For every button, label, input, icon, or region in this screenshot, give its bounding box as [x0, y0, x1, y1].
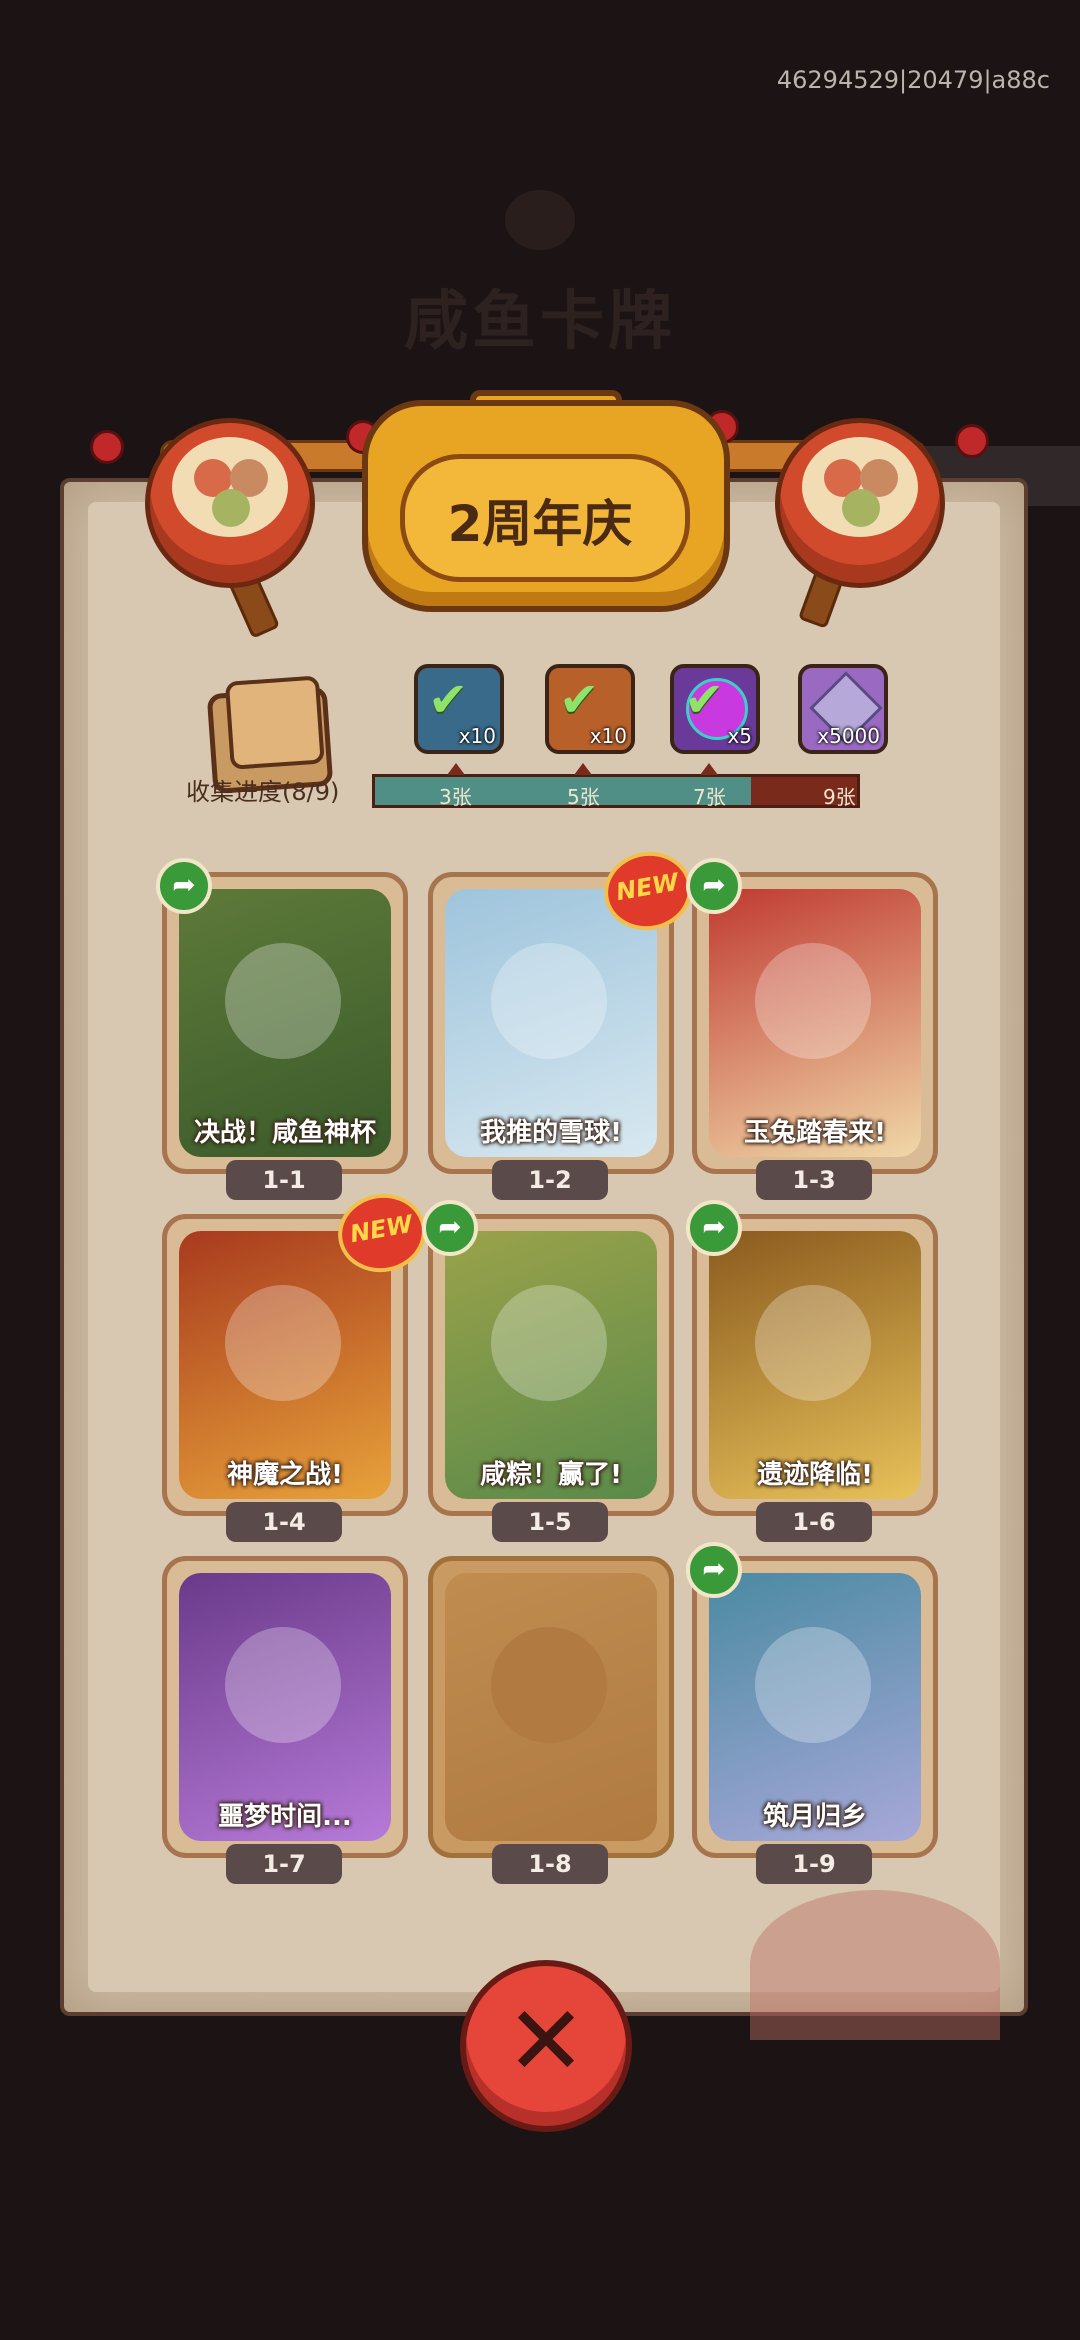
share-arrow-icon[interactable]: ➦ [686, 858, 742, 914]
reward-qty: x10 [458, 724, 496, 748]
card-number-label: 1-2 [492, 1160, 608, 1200]
milestone-label: 5张 [567, 785, 600, 809]
card-art-figure [225, 1285, 341, 1401]
card-art-figure [491, 1285, 607, 1401]
reward-purple-orb[interactable]: ✔ x5 [670, 664, 760, 754]
card-number-label: 1-7 [226, 1844, 342, 1884]
card-number-label: 1-9 [756, 1844, 872, 1884]
card-art-figure [225, 1627, 341, 1743]
reward-crystal-gem[interactable]: x5000 [798, 664, 888, 754]
card-title: 神魔之战! [227, 1460, 343, 1490]
knob-icon [90, 430, 124, 464]
card-1-6[interactable]: 遗迹降临! [692, 1214, 938, 1516]
wax-seal [750, 1890, 1000, 2040]
card-number-label: 1-5 [492, 1502, 608, 1542]
close-button[interactable]: ✕ [460, 1960, 632, 2132]
card-art-figure [491, 943, 607, 1059]
check-icon: ✔ [684, 672, 725, 728]
share-arrow-icon[interactable]: ➦ [686, 1542, 742, 1598]
card-title: 筑月归乡 [762, 1802, 867, 1832]
event-title: 2周年庆 [447, 495, 633, 553]
collection-progress-label: 收集进度(8/9) [186, 778, 340, 806]
card-number-label: 1-4 [226, 1502, 342, 1542]
card-art-figure [755, 1627, 871, 1743]
knob-icon [955, 424, 989, 458]
card-title: 噩梦时间... [218, 1802, 352, 1832]
reward-qty: x10 [589, 724, 627, 748]
drum-icon [775, 418, 945, 588]
card-1-3[interactable]: 玉兔踏春来! [692, 872, 938, 1174]
card-1-7[interactable]: 噩梦时间... [162, 1556, 408, 1858]
card-number-label: 1-8 [492, 1844, 608, 1884]
card-1-9[interactable]: 筑月归乡 [692, 1556, 938, 1858]
card-1-8[interactable] [428, 1556, 674, 1858]
card-title: 咸粽！赢了! [480, 1460, 622, 1490]
card-art [445, 1573, 657, 1841]
milestone-label: 9张 [823, 785, 856, 809]
card-number-label: 1-1 [226, 1160, 342, 1200]
background-emblem-icon [505, 190, 575, 250]
reward-treasure-chest[interactable]: ✔ x10 [414, 664, 504, 754]
card-title: 决战！咸鱼神杯 [193, 1118, 376, 1148]
card-title: 玉兔踏春来! [744, 1118, 886, 1148]
milestone-label: 3张 [439, 785, 472, 809]
card-art-figure [491, 1627, 607, 1743]
card-1-1[interactable]: 决战！咸鱼神杯 [162, 872, 408, 1174]
share-arrow-icon[interactable]: ➦ [156, 858, 212, 914]
card-1-5[interactable]: 咸粽！赢了! [428, 1214, 674, 1516]
reward-qty: x5000 [817, 724, 880, 748]
milestone-label: 7张 [693, 785, 726, 809]
card-title: 遗迹降临! [757, 1460, 873, 1490]
card-title: 我推的雪球! [480, 1118, 622, 1148]
milestone-marker [700, 763, 718, 775]
check-icon: ✔ [428, 672, 469, 728]
reward-qty: x5 [727, 724, 752, 748]
check-icon: ✔ [559, 672, 600, 728]
milestone-marker [574, 763, 592, 775]
card-art-figure [225, 943, 341, 1059]
build-id: 46294529|20479|a88c [776, 66, 1050, 94]
reward-scroll-bundle[interactable]: ✔ x10 [545, 664, 635, 754]
card-art-figure [755, 1285, 871, 1401]
collection-progress-bar: 3张 5张 7张 9张 [372, 763, 860, 809]
share-arrow-icon[interactable]: ➦ [686, 1200, 742, 1256]
milestone-marker [447, 763, 465, 775]
card-number-label: 1-3 [756, 1160, 872, 1200]
card-number-label: 1-6 [756, 1502, 872, 1542]
card-art-figure [755, 943, 871, 1059]
share-arrow-icon[interactable]: ➦ [422, 1200, 478, 1256]
close-x-icon: ✕ [505, 1985, 587, 2097]
background-title: 咸鱼卡牌 [404, 285, 676, 359]
drum-icon [145, 418, 315, 588]
